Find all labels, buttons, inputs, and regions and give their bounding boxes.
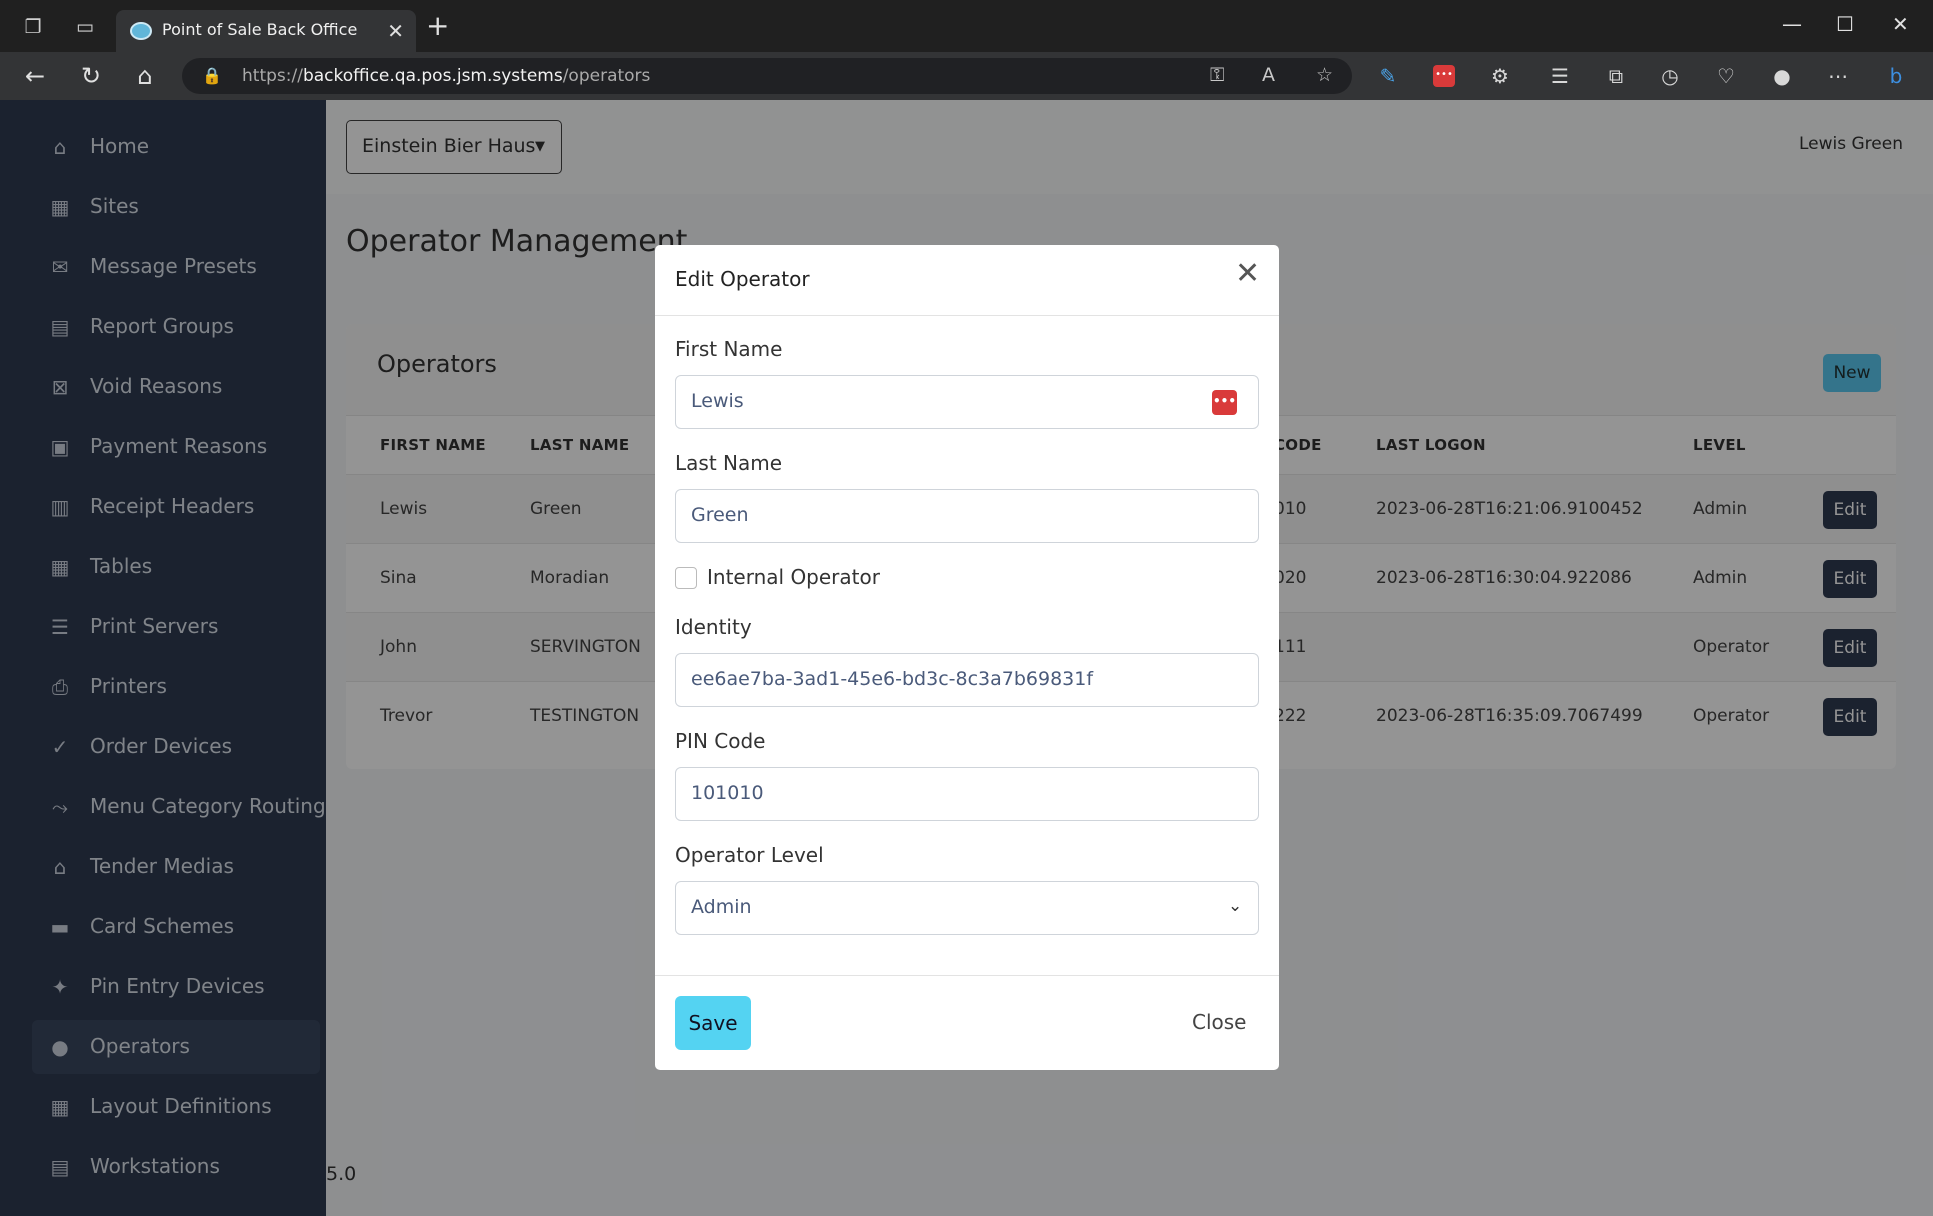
pin-code-label: PIN Code	[675, 729, 766, 753]
save-button[interactable]: Save	[675, 996, 751, 1050]
modal-title: Edit Operator	[675, 267, 810, 291]
collections-icon[interactable]: ⧉	[1602, 62, 1630, 90]
edit-operator-modal: Edit Operator ✕ First Name Lewis ••• Las…	[655, 245, 1279, 1070]
browser-titlebar: ❐ ▭ Point of Sale Back Office ✕ + — ☐ ✕	[0, 0, 1933, 52]
lock-icon: 🔒	[202, 66, 222, 85]
extensions-icon[interactable]: ⚙	[1486, 62, 1514, 90]
site-favicon-icon	[130, 22, 152, 40]
tab-actions-icon[interactable]: ▭	[72, 14, 98, 40]
identity-label: Identity	[675, 615, 752, 639]
password-manager-fill-icon[interactable]: •••	[1212, 390, 1237, 415]
pin-code-input[interactable]: 101010	[675, 767, 1259, 821]
chevron-down-icon: ⌄	[1228, 896, 1243, 916]
modal-header: Edit Operator ✕	[655, 245, 1279, 316]
first-name-input[interactable]: Lewis •••	[675, 375, 1259, 429]
favorite-star-icon[interactable]: ☆	[1316, 64, 1333, 86]
internal-operator-checkbox[interactable]	[675, 567, 697, 589]
url-text: https://backoffice.qa.pos.jsm.systems/op…	[242, 66, 651, 86]
identity-input[interactable]: ee6ae7ba-3ad1-45e6-bd3c-8c3a7b69831f	[675, 653, 1259, 707]
extension-pin-icon[interactable]: ✎	[1374, 62, 1402, 90]
maximize-icon[interactable]: ☐	[1836, 12, 1854, 36]
back-icon[interactable]: ←	[20, 61, 50, 91]
health-icon[interactable]: ♡	[1712, 62, 1740, 90]
page: ⌂ Home ▦ Sites ✉ Message Presets ▤ Repor…	[0, 100, 1933, 1216]
copilot-icon[interactable]: b	[1882, 62, 1910, 90]
internal-operator-label[interactable]: Internal Operator	[707, 565, 880, 589]
key-icon[interactable]: ⚿	[1210, 64, 1224, 86]
pin-code-value: 101010	[691, 782, 764, 804]
operator-level-label: Operator Level	[675, 843, 824, 867]
favorites-icon[interactable]: ☰	[1546, 62, 1574, 90]
close-icon[interactable]: ✕	[1235, 259, 1260, 289]
window-close-icon[interactable]: ✕	[1892, 12, 1909, 36]
read-aloud-icon[interactable]: A	[1262, 64, 1275, 86]
browser-toolbar: ← ↻ ⌂ 🔒 https://backoffice.qa.pos.jsm.sy…	[0, 52, 1933, 100]
refresh-icon[interactable]: ↻	[76, 61, 106, 91]
operator-level-value: Admin	[691, 896, 752, 918]
last-name-value: Green	[691, 504, 749, 526]
password-manager-icon[interactable]: •••	[1430, 62, 1458, 90]
home-browser-icon[interactable]: ⌂	[130, 61, 160, 91]
minimize-icon[interactable]: —	[1782, 12, 1802, 36]
tab-close-icon[interactable]: ✕	[387, 19, 404, 43]
last-name-label: Last Name	[675, 451, 783, 475]
first-name-label: First Name	[675, 337, 783, 361]
address-bar[interactable]: 🔒 https://backoffice.qa.pos.jsm.systems/…	[182, 58, 1352, 94]
close-button[interactable]: Close	[1192, 1010, 1246, 1034]
new-tab-icon[interactable]: +	[426, 12, 449, 40]
operator-level-select[interactable]: Admin ⌄	[675, 881, 1259, 935]
more-icon[interactable]: ⋯	[1824, 62, 1852, 90]
first-name-value: Lewis	[691, 390, 744, 412]
last-name-input[interactable]: Green	[675, 489, 1259, 543]
browser-tab[interactable]: Point of Sale Back Office ✕	[116, 10, 416, 52]
history-icon[interactable]: ◷	[1656, 62, 1684, 90]
profile-avatar-icon[interactable]: ●	[1768, 62, 1796, 90]
identity-value: ee6ae7ba-3ad1-45e6-bd3c-8c3a7b69831f	[691, 668, 1094, 690]
workspaces-icon[interactable]: ❐	[20, 14, 46, 40]
tab-title: Point of Sale Back Office	[162, 20, 358, 39]
modal-footer: Save Close	[655, 975, 1279, 1070]
